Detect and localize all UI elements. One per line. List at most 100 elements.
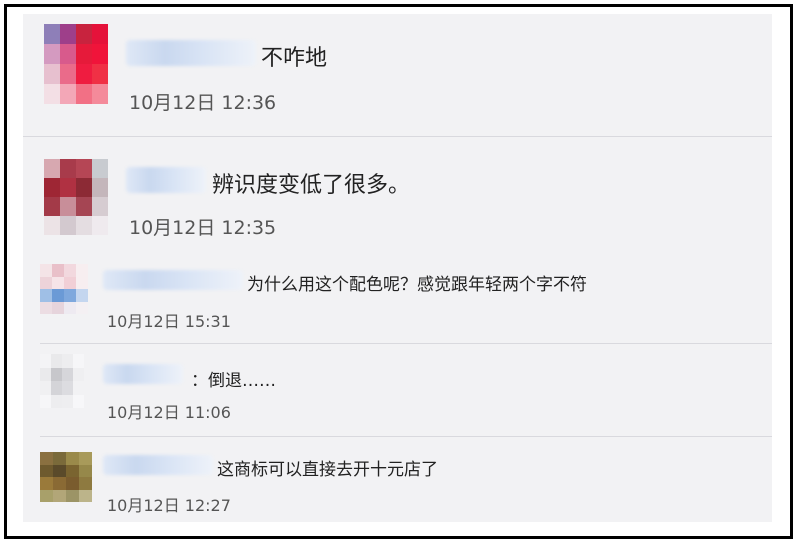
avatar-pixel	[76, 178, 92, 197]
avatar-pixel	[44, 197, 60, 216]
avatar-pixel	[60, 178, 76, 197]
avatar-pixel	[53, 452, 66, 465]
comment-timestamp: 10月12日 11:06	[107, 403, 231, 422]
comment-item: 不咋地 10月12日 12:36	[23, 14, 772, 136]
avatar-pixel	[60, 24, 76, 44]
comment-text: 不咋地	[261, 46, 328, 71]
comment-text: 这商标可以直接去开十元店了	[217, 460, 438, 480]
avatar-pixel	[66, 477, 79, 490]
avatar[interactable]	[40, 264, 88, 314]
avatar-pixel	[76, 264, 88, 277]
username-blurred[interactable]	[103, 270, 243, 290]
avatar-pixel	[76, 301, 88, 314]
avatar-pixel	[52, 276, 64, 289]
comment-text: ：倒退……	[191, 371, 276, 391]
comment-timestamp: 10月12日 12:35	[129, 217, 277, 239]
avatar-pixel	[66, 489, 79, 502]
avatar-pixel	[60, 197, 76, 216]
avatar-pixel	[44, 159, 60, 178]
avatar-pixel	[44, 178, 60, 197]
avatar-pixel	[60, 216, 76, 235]
avatar-pixel	[79, 489, 92, 502]
avatar-pixel	[53, 477, 66, 490]
avatar-pixel	[40, 289, 52, 302]
avatar-pixel	[76, 197, 92, 216]
avatar-pixel	[76, 64, 92, 84]
comment-text: 辨识度变低了很多。	[212, 173, 411, 198]
avatar-pixel	[76, 289, 88, 302]
avatar-pixel	[66, 464, 79, 477]
avatar-pixel	[92, 84, 108, 104]
avatar-pixel	[40, 264, 52, 277]
avatar-pixel	[52, 264, 64, 277]
username-blurred[interactable]	[103, 455, 213, 475]
avatar-pixel	[52, 301, 64, 314]
avatar-pixel	[64, 276, 76, 289]
avatar-pixel	[40, 394, 51, 408]
avatar-pixel	[66, 452, 79, 465]
avatar[interactable]	[40, 354, 84, 408]
avatar-pixel	[62, 381, 73, 395]
avatar-pixel	[73, 381, 84, 395]
avatar-pixel	[40, 367, 51, 381]
comment-item: 这商标可以直接去开十元店了 10月12日 12:27	[23, 437, 772, 522]
avatar-pixel	[92, 64, 108, 84]
avatar-pixel	[44, 84, 60, 104]
avatar-pixel	[60, 159, 76, 178]
comment-timestamp: 10月12日 12:36	[129, 92, 277, 114]
username-blurred[interactable]	[126, 167, 206, 193]
avatar-pixel	[79, 452, 92, 465]
avatar-pixel	[40, 381, 51, 395]
avatar-pixel	[64, 289, 76, 302]
avatar-pixel	[76, 44, 92, 64]
comment-timestamp: 10月12日 12:27	[107, 496, 231, 515]
avatar-pixel	[64, 264, 76, 277]
avatar-pixel	[53, 489, 66, 502]
avatar-pixel	[73, 354, 84, 368]
avatar-pixel	[51, 394, 62, 408]
avatar-pixel	[60, 44, 76, 64]
avatar-pixel	[64, 301, 76, 314]
avatar-pixel	[73, 394, 84, 408]
avatar-pixel	[62, 367, 73, 381]
comment-timestamp: 10月12日 15:31	[107, 312, 231, 331]
avatar-pixel	[76, 24, 92, 44]
avatar-pixel	[51, 367, 62, 381]
avatar[interactable]	[44, 159, 108, 235]
avatar-pixel	[44, 216, 60, 235]
avatar-pixel	[40, 464, 53, 477]
avatar[interactable]	[40, 452, 92, 502]
comment-item: ：倒退…… 10月12日 11:06	[23, 344, 772, 436]
comment-list: 不咋地 10月12日 12:36 辨识度变低了很多。 10月12日 12:35 …	[23, 14, 772, 522]
avatar-pixel	[76, 159, 92, 178]
avatar-pixel	[40, 489, 53, 502]
avatar-pixel	[53, 464, 66, 477]
avatar-pixel	[92, 216, 108, 235]
comment-text: 为什么用这个配色呢？感觉跟年轻两个字不符	[247, 275, 587, 295]
avatar-pixel	[76, 276, 88, 289]
avatar-pixel	[76, 84, 92, 104]
avatar-pixel	[60, 64, 76, 84]
avatar-pixel	[76, 216, 92, 235]
comment-item: 辨识度变低了很多。 10月12日 12:35	[23, 137, 772, 255]
avatar[interactable]	[44, 24, 108, 104]
avatar-pixel	[92, 178, 108, 197]
username-blurred[interactable]	[103, 364, 183, 384]
avatar-pixel	[40, 301, 52, 314]
comment-item: 为什么用这个配色呢？感觉跟年轻两个字不符 10月12日 15:31	[23, 256, 772, 343]
username-blurred[interactable]	[126, 40, 256, 66]
avatar-pixel	[44, 64, 60, 84]
avatar-pixel	[62, 354, 73, 368]
avatar-pixel	[44, 24, 60, 44]
avatar-pixel	[51, 354, 62, 368]
avatar-pixel	[79, 477, 92, 490]
avatar-pixel	[92, 159, 108, 178]
avatar-pixel	[60, 84, 76, 104]
avatar-pixel	[40, 452, 53, 465]
avatar-pixel	[92, 197, 108, 216]
avatar-pixel	[40, 354, 51, 368]
avatar-pixel	[40, 276, 52, 289]
avatar-pixel	[52, 289, 64, 302]
avatar-pixel	[79, 464, 92, 477]
avatar-pixel	[44, 44, 60, 64]
